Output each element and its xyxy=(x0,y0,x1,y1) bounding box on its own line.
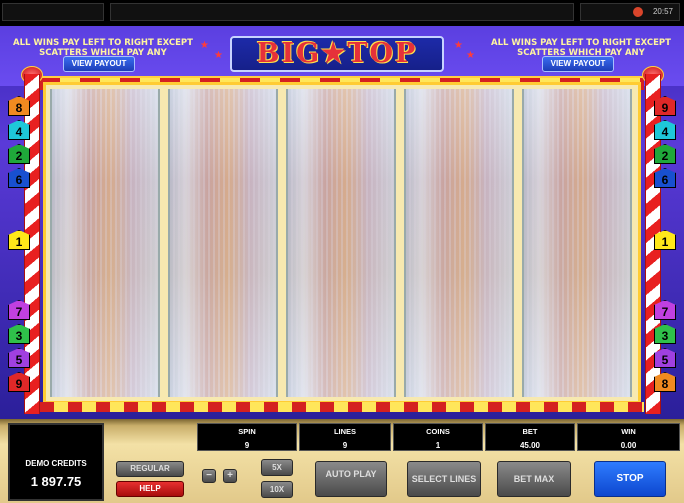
spin-label: SPIN xyxy=(238,427,256,436)
game-title: BIG★TOP xyxy=(256,38,418,69)
lines-display: LINES 9 xyxy=(299,423,391,451)
win-value: 0.00 xyxy=(620,441,637,450)
coins-label: COINS xyxy=(426,427,450,436)
spin-value: 9 xyxy=(244,441,250,450)
bet-display: BET 45.00 xyxy=(485,423,575,451)
decrease-button[interactable]: − xyxy=(202,469,216,483)
view-payout-button-left[interactable]: VIEW PAYOUT xyxy=(63,56,135,72)
credits-label: DEMO CREDITS xyxy=(25,459,87,468)
clock-area: 20:57 xyxy=(580,3,680,21)
pay-info-right: ALL WINS PAY LEFT TO RIGHT EXCEPT SCATTE… xyxy=(491,38,671,58)
reel-5 xyxy=(522,89,632,397)
lines-value: 9 xyxy=(342,441,348,450)
regular-button[interactable]: REGULAR xyxy=(116,461,184,477)
bet-max-button[interactable]: BET MAX xyxy=(497,461,571,497)
spin-display: SPIN 9 xyxy=(197,423,297,451)
win-display: WIN 0.00 xyxy=(577,423,680,451)
star-icon: ★ xyxy=(454,40,463,51)
control-panel: DEMO CREDITS 1 897.75 SPIN 9 LINES 9 COI… xyxy=(0,419,684,503)
star-icon: ★ xyxy=(214,50,223,61)
stop-button[interactable]: STOP xyxy=(594,461,666,497)
top-bar-segment xyxy=(2,3,104,21)
coins-value: 1 xyxy=(435,441,441,450)
casino-icon xyxy=(633,7,643,17)
help-button[interactable]: HELP xyxy=(116,481,184,497)
game-area: ALL WINS PAY LEFT TO RIGHT EXCEPT SCATTE… xyxy=(0,26,684,419)
bet-5x-button[interactable]: 5X xyxy=(261,459,293,476)
top-bar-message-area xyxy=(110,3,574,21)
bet-label: BET xyxy=(522,427,538,436)
reels-frame xyxy=(43,82,641,404)
reel-2 xyxy=(168,89,278,397)
view-payout-button-right[interactable]: VIEW PAYOUT xyxy=(542,56,614,72)
star-icon: ★ xyxy=(466,50,475,61)
lines-label: LINES xyxy=(333,427,357,436)
reel-1 xyxy=(50,89,160,397)
star-icon: ★ xyxy=(200,40,209,51)
pay-info-left: ALL WINS PAY LEFT TO RIGHT EXCEPT SCATTE… xyxy=(13,38,193,58)
tent-bottom-trim xyxy=(40,402,644,412)
credits-display: DEMO CREDITS 1 897.75 xyxy=(8,423,104,501)
top-bar: 20:57 xyxy=(0,0,684,26)
game-logo: BIG★TOP xyxy=(230,36,444,72)
coins-display: COINS 1 xyxy=(393,423,483,451)
bet-value: 45.00 xyxy=(519,441,541,450)
select-lines-button[interactable]: SELECT LINES xyxy=(407,461,481,497)
win-label: WIN xyxy=(621,427,636,436)
autoplay-button[interactable]: AUTO PLAY xyxy=(315,461,387,497)
bet-10x-button[interactable]: 10X xyxy=(261,481,293,498)
credits-value: 1 897.75 xyxy=(30,474,82,489)
increase-button[interactable]: + xyxy=(223,469,237,483)
reel-3 xyxy=(286,89,396,397)
reel-4 xyxy=(404,89,514,397)
clock: 20:57 xyxy=(652,7,673,16)
